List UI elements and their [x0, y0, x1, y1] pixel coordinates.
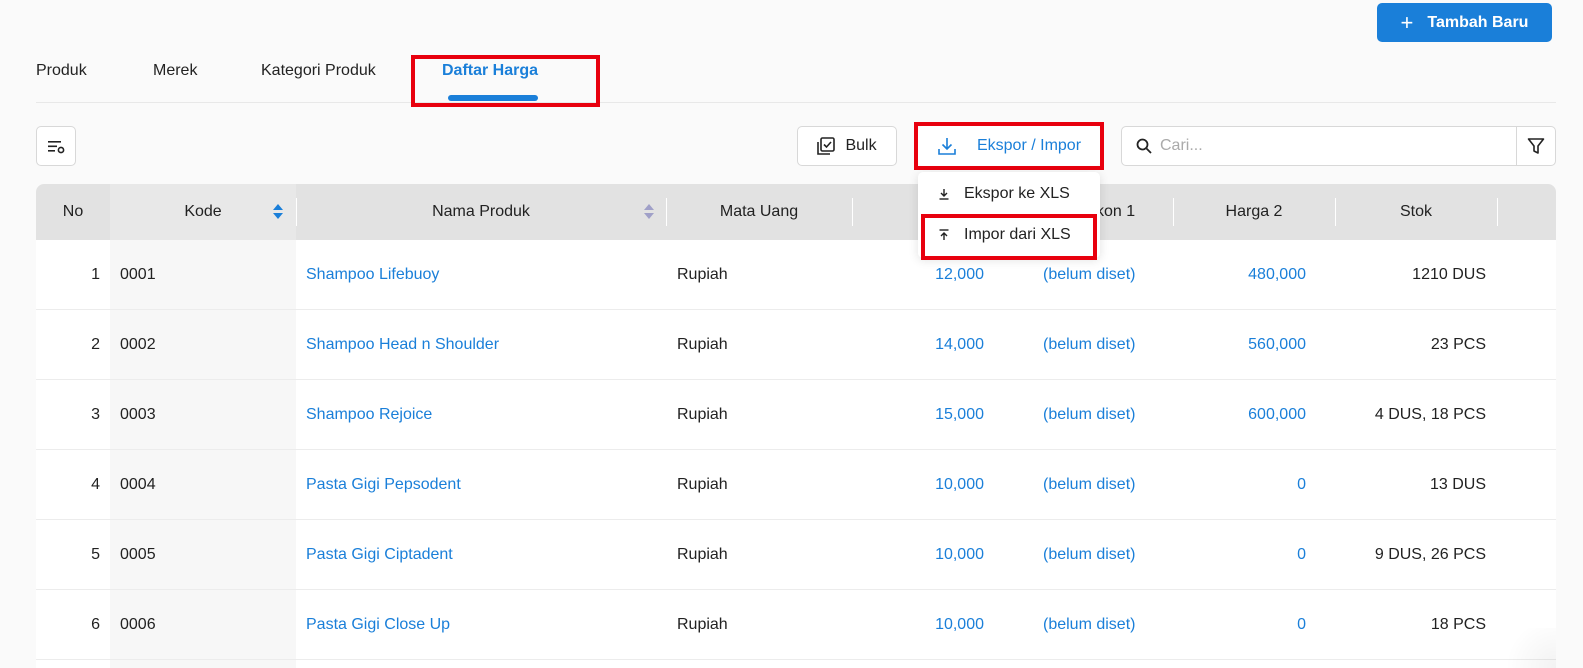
- bulk-button[interactable]: Bulk: [797, 126, 897, 166]
- price-link[interactable]: 10,000: [854, 520, 984, 590]
- cell-no: 6: [91, 616, 100, 633]
- tab-produk[interactable]: Produk: [36, 62, 87, 80]
- cell-mata-uang: Rupiah: [677, 476, 728, 493]
- cell-stok: 23 PCS: [1430, 336, 1486, 353]
- bulk-label: Bulk: [845, 137, 877, 154]
- cell-no: 2: [91, 336, 100, 353]
- price-link[interactable]: 14,000: [854, 310, 984, 380]
- filter-button[interactable]: [1516, 126, 1556, 166]
- export-import-dropdown: Ekspor ke XLS Impor dari XLS: [918, 172, 1100, 258]
- column-header-mata-uang: Mata Uang: [719, 203, 799, 220]
- discount-link[interactable]: (belum diset): [1043, 590, 1135, 660]
- table-row: 5 0005 Pasta Gigi Ciptadent Rupiah 10,00…: [36, 520, 1556, 590]
- upload-icon: [939, 229, 949, 240]
- price-2-link[interactable]: 0: [1176, 450, 1306, 520]
- cell-kode: 0006: [120, 616, 156, 633]
- column-header-diskon: kon 1: [1096, 203, 1136, 220]
- sort-icon[interactable]: [644, 204, 654, 220]
- price-2-link[interactable]: 560,000: [1176, 310, 1306, 380]
- cell-mata-uang: Rupiah: [677, 616, 728, 633]
- table-row: 3 0003 Shampoo Rejoice Rupiah 15,000 (be…: [36, 380, 1556, 450]
- column-settings-button[interactable]: [36, 126, 76, 166]
- column-settings-icon: [48, 141, 65, 154]
- export-import-button[interactable]: Ekspor / Impor: [918, 126, 1100, 166]
- discount-link[interactable]: (belum diset): [1043, 310, 1135, 380]
- tab-daftar-harga[interactable]: Daftar Harga: [442, 62, 538, 80]
- price-link[interactable]: 10,000: [854, 450, 984, 520]
- product-name-link[interactable]: Pasta Gigi Close Up: [306, 590, 450, 660]
- column-header-harga-2: Harga 2: [1225, 203, 1283, 220]
- column-header-stok: Stok: [1399, 203, 1432, 220]
- tab-bar: Produk Merek Kategori Produk Daftar Harg…: [36, 56, 1556, 103]
- price-list-table: No Kode Nama Produk Mata Uang kon 1 Harg…: [36, 184, 1556, 668]
- cell-stok: 4 DUS, 18 PCS: [1374, 406, 1486, 423]
- cell-stok: 13 DUS: [1429, 476, 1486, 493]
- table-row: 1 0001 Shampoo Lifebuoy Rupiah 12,000 (b…: [36, 240, 1556, 310]
- add-new-button[interactable]: + Tambah Baru: [1377, 3, 1552, 42]
- column-header-kode[interactable]: Kode: [110, 184, 296, 240]
- cell-kode: 0002: [120, 336, 156, 353]
- menu-item-import-label: Impor dari XLS: [964, 226, 1071, 243]
- product-name-link[interactable]: Shampoo Rejoice: [306, 380, 432, 450]
- cell-stok: 9 DUS, 26 PCS: [1374, 546, 1486, 563]
- cell-stok: 1210 DUS: [1412, 266, 1486, 283]
- export-import-label: Ekspor / Impor: [976, 137, 1082, 154]
- cell-no: 4: [91, 476, 100, 493]
- discount-link[interactable]: (belum diset): [1043, 450, 1135, 520]
- menu-item-export-label: Ekspor ke XLS: [964, 185, 1070, 202]
- discount-link[interactable]: (belum diset): [1043, 380, 1135, 450]
- column-header-no: No: [62, 203, 84, 220]
- download-icon: [938, 138, 956, 155]
- add-new-label: Tambah Baru: [1427, 13, 1529, 31]
- checkbox-icon: [817, 137, 836, 155]
- cell-stok: 18 PCS: [1430, 616, 1486, 633]
- cell-kode: 0001: [120, 266, 156, 283]
- price-2-link[interactable]: 480,000: [1176, 240, 1306, 310]
- search-icon: [1136, 138, 1152, 154]
- cell-no: 5: [91, 546, 100, 563]
- table-row: 6 0006 Pasta Gigi Close Up Rupiah 10,000…: [36, 590, 1556, 660]
- price-2-link[interactable]: 0: [1176, 520, 1306, 590]
- download-icon: [939, 189, 949, 200]
- price-2-link[interactable]: 600,000: [1176, 380, 1306, 450]
- cell-mata-uang: Rupiah: [677, 546, 728, 563]
- cell-mata-uang: Rupiah: [677, 336, 728, 353]
- price-2-link[interactable]: 0: [1176, 590, 1306, 660]
- table-row: 4 0004 Pasta Gigi Pepsodent Rupiah 10,00…: [36, 450, 1556, 520]
- product-name-link[interactable]: Shampoo Head n Shoulder: [306, 310, 499, 380]
- table-row: 2 0002 Shampoo Head n Shoulder Rupiah 14…: [36, 310, 1556, 380]
- plus-icon: +: [1400, 9, 1414, 35]
- search-box: [1121, 126, 1517, 166]
- sort-icon[interactable]: [273, 204, 283, 220]
- price-link[interactable]: 15,000: [854, 380, 984, 450]
- product-name-link[interactable]: Pasta Gigi Pepsodent: [306, 450, 461, 520]
- table-header: No Kode Nama Produk Mata Uang kon 1 Harg…: [36, 184, 1556, 240]
- cell-mata-uang: Rupiah: [677, 266, 728, 283]
- cell-kode: 0003: [120, 406, 156, 423]
- cell-no: 1: [91, 266, 100, 283]
- menu-item-import-xls[interactable]: Impor dari XLS: [918, 215, 1100, 255]
- cell-no: 3: [91, 406, 100, 423]
- column-header-nama-produk[interactable]: Nama Produk: [296, 184, 666, 240]
- menu-item-export-xls[interactable]: Ekspor ke XLS: [918, 174, 1100, 214]
- cell-kode: 0004: [120, 476, 156, 493]
- cell-mata-uang: Rupiah: [677, 406, 728, 423]
- cell-kode: 0005: [120, 546, 156, 563]
- discount-link[interactable]: (belum diset): [1043, 520, 1135, 590]
- search-input[interactable]: [1160, 137, 1490, 155]
- price-link[interactable]: 10,000: [854, 590, 984, 660]
- scroll-shadow: [1496, 628, 1556, 668]
- filter-icon: [1527, 138, 1545, 154]
- product-name-link[interactable]: Shampoo Lifebuoy: [306, 240, 439, 310]
- active-tab-indicator: [448, 95, 538, 101]
- product-name-link[interactable]: Pasta Gigi Ciptadent: [306, 520, 453, 590]
- tab-kategori-produk[interactable]: Kategori Produk: [261, 62, 376, 80]
- tab-merek[interactable]: Merek: [153, 62, 197, 80]
